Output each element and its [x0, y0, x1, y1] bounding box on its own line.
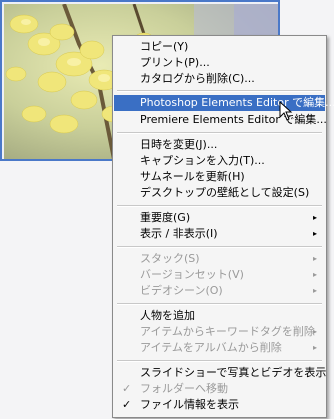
menu-item-label: バージョンセット(V): [140, 268, 244, 281]
menu-item-copy[interactable]: コピー(Y): [114, 39, 325, 55]
submenu-arrow-icon: ▸: [312, 270, 317, 279]
submenu-arrow-icon: ▸: [312, 343, 317, 352]
menu-separator: [117, 360, 322, 362]
menu-item-label: 日時を変更(J)...: [140, 138, 218, 151]
context-menu: コピー(Y) プリント(P)... カタログから削除(C)... Photosh…: [112, 35, 334, 418]
submenu-arrow-icon: ▸: [312, 327, 317, 336]
menu-item-label: 表示 / 非表示(I): [140, 227, 218, 240]
menu-item-label: カタログから削除(C)...: [140, 72, 255, 85]
submenu-arrow-icon: ▸: [312, 213, 317, 222]
menu-separator: [117, 205, 322, 207]
menu-item-label: キャプションを入力(T)...: [140, 154, 265, 167]
menu-item-remove-from-catalog[interactable]: カタログから削除(C)...: [114, 71, 325, 87]
menu-item-label: アイテムからキーワードタグを削除: [140, 325, 315, 338]
menu-item-stack: スタック(S) ▸: [114, 251, 325, 267]
menu-item-label: 重要度(G): [140, 211, 191, 224]
menu-item-label: Premiere Elements Editor で編集...: [140, 113, 327, 126]
submenu-arrow-icon: ▸: [312, 254, 317, 263]
menu-item-video-scene: ビデオシーン(O) ▸: [114, 283, 325, 299]
menu-item-update-thumbnail[interactable]: サムネールを更新(H): [114, 169, 325, 185]
menu-item-label: Photoshop Elements Editor で編集...: [140, 96, 334, 109]
menu-separator: [117, 303, 322, 305]
menu-item-set-wallpaper[interactable]: デスクトップの壁紙として設定(S): [114, 185, 325, 201]
menu-item-go-to-folder: ✓ フォルダーへ移動: [114, 381, 325, 397]
mouse-pointer-icon: [279, 101, 293, 121]
menu-item-show-file-info[interactable]: ✓ ファイル情報を表示: [114, 397, 325, 413]
menu-separator: [117, 132, 322, 134]
menu-item-label: 人物を追加: [140, 309, 195, 322]
check-icon: ✓: [122, 398, 132, 411]
menu-item-label: コピー(Y): [140, 40, 189, 53]
menu-item-label: サムネールを更新(H): [140, 170, 245, 183]
menu-item-label: アイテムをアルバムから削除: [140, 341, 282, 354]
menu-item-print[interactable]: プリント(P)...: [114, 55, 325, 71]
menu-item-edit-in-premiere[interactable]: Premiere Elements Editor で編集...: [114, 112, 327, 128]
menu-item-change-date[interactable]: 日時を変更(J)...: [114, 137, 325, 153]
submenu-arrow-icon: ▸: [312, 229, 317, 238]
menu-item-label: スタック(S): [140, 252, 200, 265]
check-icon: ✓: [122, 382, 132, 395]
menu-item-version-set: バージョンセット(V) ▸: [114, 267, 325, 283]
menu-item-remove-from-album: アイテムをアルバムから削除 ▸: [114, 340, 325, 356]
menu-item-remove-keyword-tag: アイテムからキーワードタグを削除 ▸: [114, 324, 325, 340]
menu-item-label: ビデオシーン(O): [140, 284, 223, 297]
menu-item-label: ファイル情報を表示: [140, 398, 239, 411]
menu-item-add-caption[interactable]: キャプションを入力(T)...: [114, 153, 325, 169]
menu-item-rating[interactable]: 重要度(G) ▸: [114, 210, 325, 226]
menu-item-show-hide[interactable]: 表示 / 非表示(I) ▸: [114, 226, 325, 242]
menu-item-label: デスクトップの壁紙として設定(S): [140, 186, 310, 199]
menu-item-edit-in-photoshop[interactable]: Photoshop Elements Editor で編集...: [114, 95, 334, 111]
menu-item-label: スライドショーで写真とビデオを表示: [140, 366, 327, 379]
menu-separator: [117, 246, 322, 248]
menu-separator: [117, 90, 322, 92]
submenu-arrow-icon: ▸: [312, 286, 317, 295]
menu-item-add-people[interactable]: 人物を追加: [114, 308, 325, 324]
menu-item-label: フォルダーへ移動: [140, 382, 228, 395]
menu-item-slideshow[interactable]: スライドショーで写真とビデオを表示: [114, 365, 327, 381]
desktop-area: コピー(Y) プリント(P)... カタログから削除(C)... Photosh…: [0, 0, 334, 419]
menu-item-label: プリント(P)...: [140, 56, 210, 69]
